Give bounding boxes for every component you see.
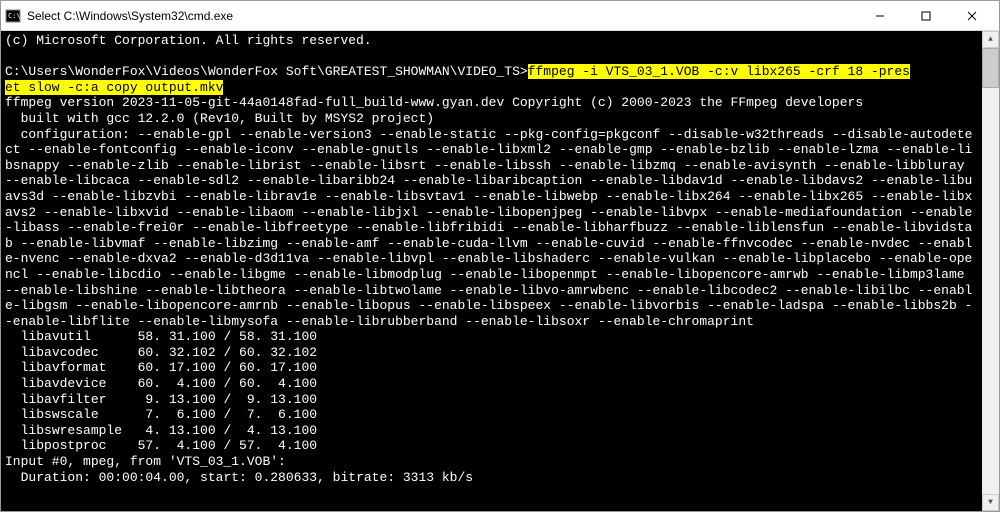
lib-line: libavdevice 60. 4.100 / 60. 4.100 [5,376,317,391]
terminal-wrapper: (c) Microsoft Corporation. All rights re… [1,31,999,511]
maximize-button[interactable] [903,1,949,31]
close-button[interactable] [949,1,995,31]
duration-line: Duration: 00:00:04.00, start: 0.280633, … [5,470,473,485]
ffmpeg-version: ffmpeg version 2023-11-05-git-44a0148fad… [5,95,863,110]
input-line: Input #0, mpeg, from 'VTS_03_1.VOB': [5,454,286,469]
lib-line: libavfilter 9. 13.100 / 9. 13.100 [5,392,317,407]
command-highlight-1: ffmpeg -i VTS_03_1.VOB -c:v libx265 -crf… [528,64,910,79]
scrollbar-track[interactable] [982,48,999,494]
minimize-button[interactable] [857,1,903,31]
built-line: built with gcc 12.2.0 (Rev10, Built by M… [5,111,434,126]
config-line: configuration: --enable-gpl --enable-ver… [5,127,972,329]
window-title: Select C:\Windows\System32\cmd.exe [27,9,857,23]
prompt-line: C:\Users\WonderFox\Videos\WonderFox Soft… [5,64,528,79]
copyright-line: (c) Microsoft Corporation. All rights re… [5,33,372,48]
command-highlight-2: et slow -c:a copy output.mkv [5,80,223,95]
lib-line: libswscale 7. 6.100 / 7. 6.100 [5,407,317,422]
lib-line: libavcodec 60. 32.102 / 60. 32.102 [5,345,317,360]
lib-line: libpostproc 57. 4.100 / 57. 4.100 [5,438,317,453]
svg-text:C:\: C:\ [8,12,21,20]
scrollbar-thumb[interactable] [982,48,999,88]
lib-line: libavformat 60. 17.100 / 60. 17.100 [5,360,317,375]
vertical-scrollbar[interactable]: ▲ ▼ [982,31,999,511]
scroll-down-button[interactable]: ▼ [982,494,999,511]
terminal-output[interactable]: (c) Microsoft Corporation. All rights re… [1,31,982,511]
titlebar[interactable]: C:\ Select C:\Windows\System32\cmd.exe [1,1,999,31]
lib-line: libswresample 4. 13.100 / 4. 13.100 [5,423,317,438]
cmd-window: C:\ Select C:\Windows\System32\cmd.exe (… [0,0,1000,512]
lib-line: libavutil 58. 31.100 / 58. 31.100 [5,329,317,344]
scroll-up-button[interactable]: ▲ [982,31,999,48]
window-controls [857,1,995,31]
cmd-icon: C:\ [5,8,21,24]
